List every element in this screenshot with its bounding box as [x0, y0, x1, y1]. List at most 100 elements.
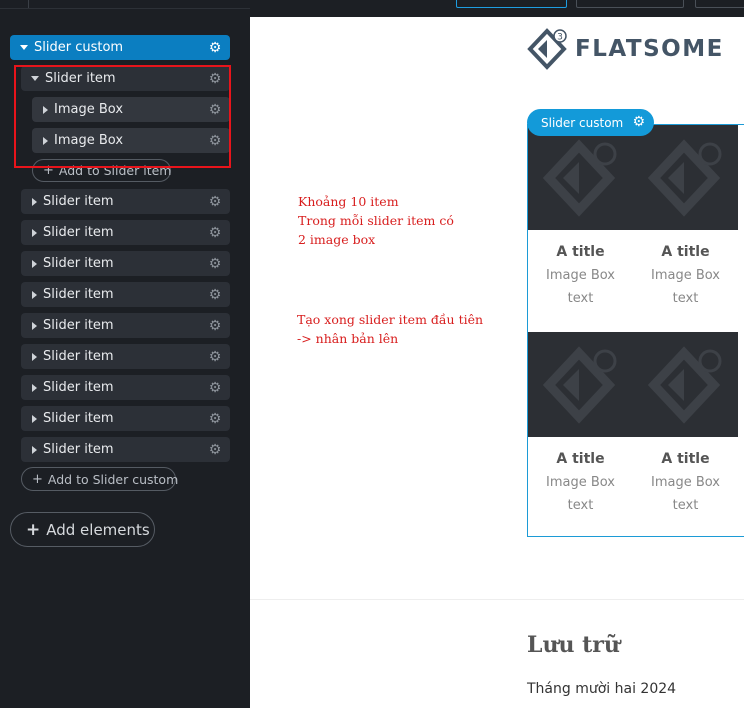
image-box[interactable]: A title Image Box text — [528, 332, 633, 517]
tree-item-slider-item[interactable]: Slider item ⚙ — [21, 282, 230, 307]
expand-triangle-icon[interactable] — [43, 105, 48, 114]
expand-triangle-icon[interactable] — [32, 414, 37, 423]
expand-triangle-icon[interactable] — [32, 290, 37, 299]
site-logo[interactable]: 3 FLATSOME — [527, 28, 724, 70]
tree-item-slider-item[interactable]: Slider item ⚙ — [21, 406, 230, 431]
image-box-title: A title — [556, 451, 605, 467]
slider-preview[interactable]: A title Image Box text A title Image Box… — [527, 124, 744, 537]
tree-item-label: Image Box — [54, 102, 124, 117]
archive-link[interactable]: Tháng mười hai 2024 — [527, 681, 676, 697]
add-to-slider-item-button[interactable]: + Add to Slider item — [32, 159, 171, 182]
gear-icon[interactable]: ⚙ — [208, 350, 222, 364]
tree-item-label: Slider item — [43, 411, 114, 426]
topbar-button[interactable] — [456, 0, 567, 8]
flatsome-placeholder-icon — [647, 345, 721, 424]
gear-icon[interactable]: ⚙ — [208, 257, 222, 271]
tree-item-label: Slider item — [43, 318, 114, 333]
topbar-button[interactable] — [695, 0, 744, 8]
expand-triangle-icon[interactable] — [32, 352, 37, 361]
tree-item-slider-item[interactable]: Slider item ⚙ — [21, 189, 230, 214]
flatsome-placeholder-icon — [647, 138, 721, 217]
tree-item-slider-item-expanded[interactable]: Slider item ⚙ — [21, 66, 230, 91]
gear-icon[interactable]: ⚙ — [208, 134, 222, 148]
flatsome-placeholder-icon — [542, 345, 616, 424]
svg-text:3: 3 — [557, 33, 563, 43]
archive-title: Lưu trữ — [527, 632, 620, 658]
gear-icon[interactable]: ⚙ — [208, 226, 222, 240]
image-box-text: Image Box text — [650, 475, 720, 513]
tree-item-image-box[interactable]: Image Box ⚙ — [32, 128, 230, 153]
note-line: 2 image box — [298, 232, 376, 247]
plus-icon: + — [26, 519, 41, 540]
note-line: Khoảng 10 item — [298, 194, 399, 209]
gear-icon[interactable]: ⚙ — [208, 319, 222, 333]
expand-triangle-icon[interactable] — [43, 136, 48, 145]
tree-item-slider-item[interactable]: Slider item ⚙ — [21, 313, 230, 338]
tree-item-label: Slider item — [45, 71, 116, 86]
image-box-title: A title — [661, 451, 710, 467]
slider-tag-label: Slider custom — [541, 115, 624, 130]
plus-icon: + — [32, 471, 43, 487]
gear-icon[interactable]: ⚙ — [632, 115, 645, 129]
tree-item-image-box[interactable]: Image Box ⚙ — [32, 97, 230, 122]
annotation-note-1: Khoảng 10 item Trong mỗi slider item có … — [298, 192, 454, 249]
image-box-text: Image Box text — [545, 475, 615, 513]
sidebar-top-separator — [28, 0, 29, 8]
tree-item-label: Slider custom — [34, 40, 124, 55]
add-elements-label: Add elements — [46, 520, 150, 539]
expand-triangle-icon[interactable] — [32, 321, 37, 330]
image-box[interactable]: A title Image Box text — [528, 125, 633, 310]
tree-item-slider-item[interactable]: Slider item ⚙ — [21, 344, 230, 369]
add-elements-button[interactable]: + Add elements — [10, 512, 155, 547]
image-box[interactable]: A title Image Box text — [633, 332, 738, 517]
tree-item-label: Slider item — [43, 256, 114, 271]
slider-custom-tag[interactable]: Slider custom ⚙ — [527, 109, 654, 136]
image-placeholder — [633, 125, 738, 230]
sidebar-top-divider — [0, 8, 250, 9]
image-placeholder — [633, 332, 738, 437]
canvas-topbar — [250, 0, 744, 17]
flatsome-logo-icon: 3 — [527, 28, 567, 70]
expand-triangle-icon[interactable] — [32, 383, 37, 392]
expand-triangle-icon[interactable] — [32, 259, 37, 268]
note-line: Trong mỗi slider item có — [298, 213, 454, 228]
tree-item-label: Slider item — [43, 225, 114, 240]
gear-icon[interactable]: ⚙ — [208, 195, 222, 209]
add-to-slider-item-label: Add to Slider item — [58, 163, 172, 178]
gear-icon[interactable]: ⚙ — [208, 443, 222, 457]
tree-item-label: Image Box — [54, 133, 124, 148]
expand-triangle-icon[interactable] — [32, 228, 37, 237]
gear-icon[interactable]: ⚙ — [208, 288, 222, 302]
flatsome-placeholder-icon — [542, 138, 616, 217]
tree-item-slider-item[interactable]: Slider item ⚙ — [21, 220, 230, 245]
tree-item-label: Slider item — [43, 442, 114, 457]
gear-icon[interactable]: ⚙ — [208, 103, 222, 117]
tree-item-label: Slider item — [43, 194, 114, 209]
image-box[interactable]: A title Image Box text — [633, 125, 738, 310]
tree-item-slider-item[interactable]: Slider item ⚙ — [21, 375, 230, 400]
tree-item-slider-item[interactable]: Slider item ⚙ — [21, 251, 230, 276]
tree-item-slider-custom[interactable]: Slider custom ⚙ — [10, 35, 230, 60]
image-box-title: A title — [661, 244, 710, 260]
tree-item-slider-item[interactable]: Slider item ⚙ — [21, 437, 230, 462]
note-line: Tạo xong slider item đầu tiên — [297, 312, 484, 327]
image-placeholder — [528, 332, 633, 437]
logo-text: FLATSOME — [575, 36, 724, 62]
expand-triangle-icon[interactable] — [20, 45, 28, 50]
tree-item-label: Slider item — [43, 380, 114, 395]
tree-item-label: Slider item — [43, 287, 114, 302]
expand-triangle-icon[interactable] — [32, 445, 37, 454]
expand-triangle-icon[interactable] — [32, 197, 37, 206]
gear-icon[interactable]: ⚙ — [208, 72, 222, 86]
gear-icon[interactable]: ⚙ — [208, 41, 222, 55]
image-box-text: Image Box text — [650, 268, 720, 306]
plus-icon: + — [43, 163, 54, 178]
add-to-slider-custom-label: Add to Slider custom — [47, 471, 179, 487]
add-to-slider-custom-button[interactable]: + Add to Slider custom — [21, 467, 179, 491]
tree-item-label: Slider item — [43, 349, 114, 364]
gear-icon[interactable]: ⚙ — [208, 412, 222, 426]
expand-triangle-icon[interactable] — [31, 76, 39, 81]
image-placeholder — [528, 125, 633, 230]
gear-icon[interactable]: ⚙ — [208, 381, 222, 395]
topbar-button[interactable] — [576, 0, 684, 8]
